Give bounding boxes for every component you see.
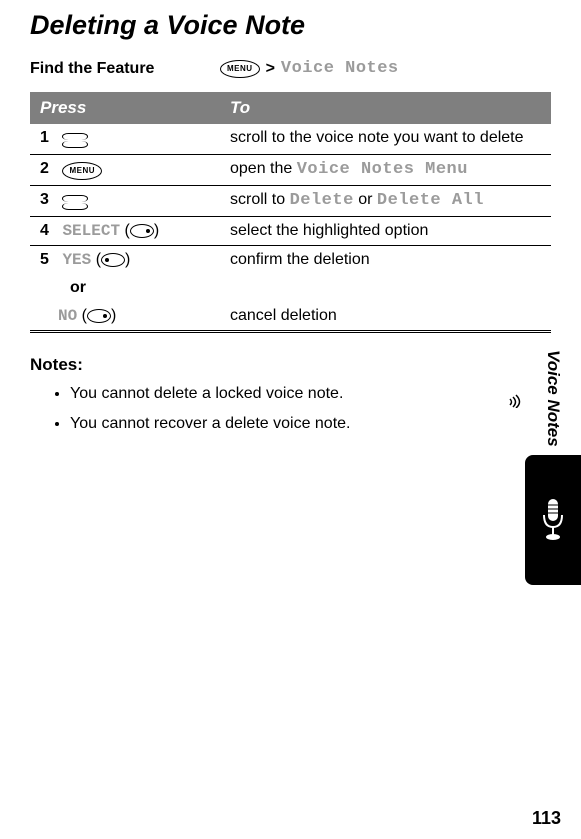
table-header-to: To — [220, 92, 551, 124]
or-label: or — [40, 279, 86, 296]
step-number: 4 — [40, 222, 58, 240]
table-header-press: Press — [30, 92, 220, 124]
steps-table: Press To 1 scroll to the voice note you … — [30, 92, 551, 333]
table-row: 1 scroll to the voice note you want to d… — [30, 124, 551, 155]
step-number: 1 — [40, 129, 58, 147]
side-tab-label: Voice Notes — [543, 350, 563, 455]
step-description: confirm the deletion — [220, 245, 551, 274]
signal-icon — [507, 392, 523, 408]
table-row-or: or — [30, 274, 551, 302]
step-description: select the highlighted option — [220, 216, 551, 245]
side-tab: Voice Notes — [525, 350, 581, 585]
scroll-key-icon — [62, 191, 88, 211]
left-softkey-icon — [101, 253, 125, 267]
table-row: 3 scroll to Delete or Delete All — [30, 185, 551, 216]
microphone-icon — [538, 495, 568, 545]
step-number: 2 — [40, 160, 58, 178]
no-action-label: NO — [58, 307, 77, 325]
menu-key-icon: MENU — [220, 60, 260, 78]
step-description: scroll to the voice note you want to del… — [220, 124, 551, 155]
list-item: You cannot recover a delete voice note. — [70, 415, 551, 433]
notes-heading: Notes: — [30, 355, 551, 375]
page-title: Deleting a Voice Note — [30, 10, 551, 41]
right-softkey-icon — [87, 309, 111, 323]
find-feature-row: Find the Feature MENU > Voice Notes — [30, 59, 551, 78]
table-row: 5 YES () confirm the deletion — [30, 245, 551, 274]
page-number: 113 — [532, 808, 561, 829]
side-tab-icon-container — [525, 455, 581, 585]
table-row: NO () cancel deletion — [30, 302, 551, 332]
step-description: cancel deletion — [220, 302, 551, 332]
table-row: 2 MENU open the Voice Notes Menu — [30, 155, 551, 186]
notes-list: You cannot delete a locked voice note. Y… — [30, 385, 551, 433]
step-description: open the Voice Notes Menu — [220, 155, 551, 186]
yes-action-label: YES — [62, 251, 91, 269]
scroll-key-icon — [62, 129, 88, 149]
breadcrumb-arrow: > — [266, 60, 275, 78]
find-feature-label: Find the Feature — [30, 60, 220, 78]
step-number: 5 — [40, 251, 58, 269]
right-softkey-icon — [130, 224, 154, 238]
select-action-label: SELECT — [62, 222, 120, 240]
step-number: 3 — [40, 191, 58, 209]
list-item: You cannot delete a locked voice note. — [70, 385, 551, 403]
menu-key-icon: MENU — [62, 162, 102, 180]
table-row: 4 SELECT () select the highlighted optio… — [30, 216, 551, 245]
step-description: scroll to Delete or Delete All — [220, 185, 551, 216]
breadcrumb-path: Voice Notes — [281, 59, 399, 78]
